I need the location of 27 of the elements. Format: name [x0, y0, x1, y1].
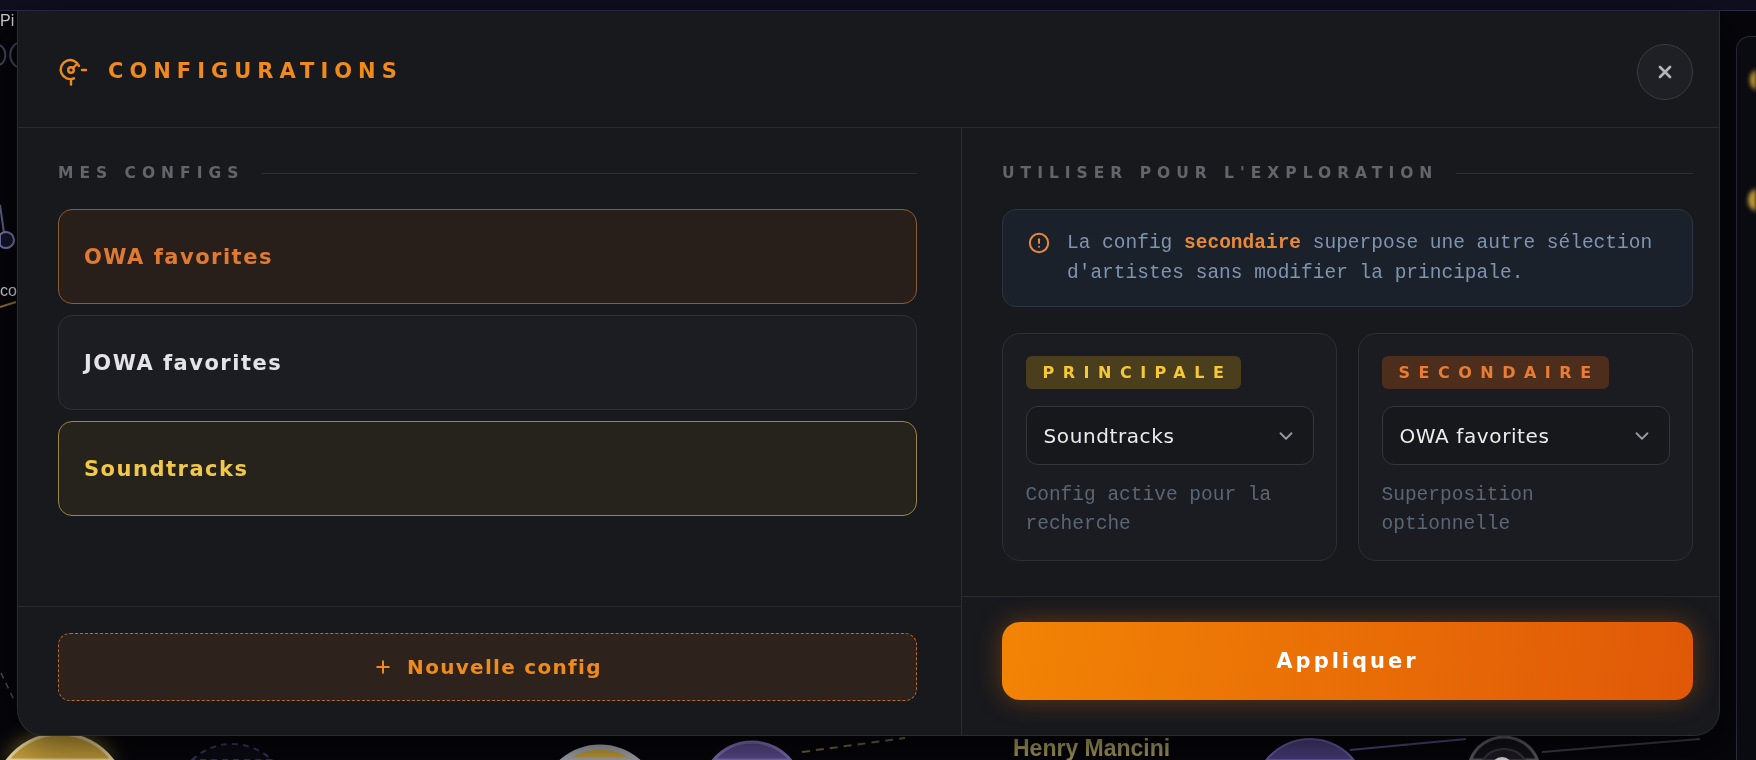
graph-node [0, 231, 15, 249]
config-item[interactable]: JOWA favorites [58, 315, 917, 410]
node-label: co [0, 283, 17, 299]
dialog-title: CONFIGURATIONS [108, 60, 403, 82]
graph-edge [0, 204, 5, 234]
config-item[interactable]: Soundtracks [58, 421, 917, 516]
node-label: Pi [0, 13, 15, 29]
slot-caption: Superposition optionnelle [1381, 483, 1535, 537]
node-label: Henry Mancini [1013, 737, 1171, 760]
role-badge: SECONDAIRE [1381, 356, 1609, 389]
config-select[interactable]: OWA favorites [1381, 406, 1670, 465]
gauge-icon [58, 56, 88, 86]
slot-caption: Config active pour la recherche [1025, 483, 1273, 537]
graph-node [1750, 69, 1756, 91]
alert-icon [1028, 232, 1050, 254]
role-badge: PRINCIPALE [1025, 356, 1242, 389]
config-select[interactable]: Soundtracks [1025, 406, 1314, 465]
config-item[interactable]: OWA favorites [58, 209, 917, 304]
graph-node [1748, 188, 1756, 212]
graph-edge [0, 301, 17, 308]
node-outline [9, 42, 18, 68]
info-text: La config secondaire superpose une autre sélection d'artistes sans modifier la principale. [1067, 231, 1654, 286]
new-config-button[interactable]: Nouvelle config [58, 633, 917, 701]
section-heading: MES CONFIGS [58, 163, 245, 183]
node-outline [0, 44, 7, 66]
section-heading: UTILISER POUR L'EXPLORATION [1002, 163, 1439, 183]
close-button[interactable] [1637, 44, 1693, 100]
